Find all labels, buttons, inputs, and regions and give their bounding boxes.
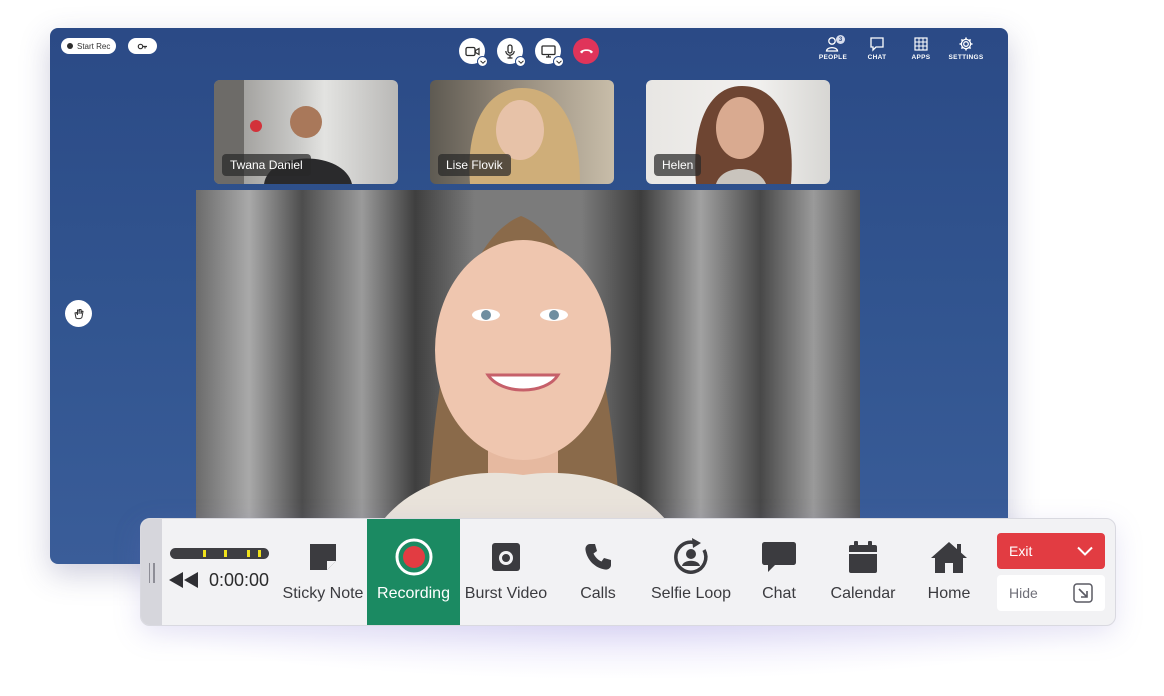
end-call-icon xyxy=(579,49,593,54)
recording-timeline[interactable] xyxy=(170,548,269,559)
key-icon xyxy=(137,43,147,49)
start-recording-label: Start Rec xyxy=(77,41,111,51)
chat-button[interactable]: Chat xyxy=(737,519,821,625)
chat-label: Chat xyxy=(762,585,796,602)
sticky-note-label: Sticky Note xyxy=(282,585,364,602)
calendar-button[interactable]: Calendar xyxy=(821,519,905,625)
phone-icon xyxy=(585,544,611,570)
calls-label: Calls xyxy=(580,585,616,602)
microphone-icon xyxy=(505,43,515,59)
participant-name-label: Twana Daniel xyxy=(222,154,311,176)
recording-button[interactable]: Recording xyxy=(367,519,460,625)
calendar-icon xyxy=(849,541,877,573)
raise-hand-button[interactable] xyxy=(65,300,92,327)
chevron-down-icon[interactable] xyxy=(1077,546,1093,556)
people-nav-label: PEOPLE xyxy=(818,54,848,61)
record-dot-icon xyxy=(67,43,73,49)
end-call-button[interactable] xyxy=(573,38,599,64)
timeline-marker xyxy=(258,550,261,557)
microphone-options-chevron-icon[interactable] xyxy=(515,56,526,67)
hand-icon xyxy=(73,308,84,319)
record-icon xyxy=(395,538,432,576)
settings-gear-icon xyxy=(959,37,973,51)
speaker-photo xyxy=(196,190,860,564)
timeline-marker xyxy=(224,550,227,557)
hide-button[interactable]: Hide xyxy=(997,575,1105,611)
selfie-loop-button[interactable]: Selfie Loop xyxy=(645,519,737,625)
screen-share-options-chevron-icon[interactable] xyxy=(553,56,564,67)
camera-icon xyxy=(464,46,480,56)
apps-nav-label: APPS xyxy=(911,54,931,61)
sticky-note-icon xyxy=(310,544,336,570)
selfie-loop-icon xyxy=(674,538,708,574)
screen-share-icon xyxy=(540,44,556,58)
selfie-loop-label: Selfie Loop xyxy=(650,585,732,602)
main-speaker-video[interactable] xyxy=(196,190,860,564)
hide-label: Hide xyxy=(1009,585,1038,601)
home-icon xyxy=(931,542,967,573)
apps-nav-button[interactable]: APPS xyxy=(901,36,941,61)
participant-name-label: Helen xyxy=(654,154,702,176)
drag-handle[interactable] xyxy=(141,519,162,625)
settings-nav-button[interactable]: SETTINGS xyxy=(946,36,986,61)
burst-video-button[interactable]: Burst Video xyxy=(461,519,551,625)
camera-options-chevron-icon[interactable] xyxy=(477,56,488,67)
settings-nav-label: SETTINGS xyxy=(948,54,984,61)
home-button[interactable]: Home xyxy=(907,519,991,625)
microphone-toggle-button[interactable] xyxy=(497,38,526,67)
timeline-marker xyxy=(203,550,206,557)
chat-icon xyxy=(870,37,884,52)
exit-button[interactable]: Exit xyxy=(997,533,1105,569)
key-lock-button[interactable] xyxy=(128,38,157,54)
screen-share-button[interactable] xyxy=(535,38,564,67)
recording-timer: 0:00:00 xyxy=(209,570,270,590)
home-label: Home xyxy=(927,585,971,602)
minimize-arrow-icon xyxy=(1073,583,1093,603)
apps-grid-icon xyxy=(914,37,928,51)
recording-label: Recording xyxy=(377,585,450,602)
exit-label: Exit xyxy=(1009,543,1033,559)
start-recording-button[interactable]: Start Rec xyxy=(61,38,117,54)
recording-toolbar: 0:00:00 Sticky Note Recording Burst Vide… xyxy=(140,518,1116,626)
sticky-note-button[interactable]: Sticky Note xyxy=(278,519,368,625)
chat-bubble-icon xyxy=(762,542,796,572)
chat-nav-button[interactable]: CHAT xyxy=(857,36,897,61)
rewind-icon xyxy=(169,572,198,588)
participant-tile[interactable]: Helen xyxy=(646,80,830,184)
burst-video-icon xyxy=(492,543,520,571)
timeline-marker xyxy=(247,550,250,557)
rewind-button[interactable] xyxy=(168,571,200,589)
participant-name-label: Lise Flovik xyxy=(438,154,511,176)
participant-tile[interactable]: Lise Flovik xyxy=(430,80,614,184)
chat-nav-label: CHAT xyxy=(867,54,887,61)
people-nav-button[interactable]: 3 PEOPLE xyxy=(813,35,853,61)
video-meeting-window: Start Rec 3 PEOPLE CHAT APPS SETTINGS Tw… xyxy=(50,28,1008,564)
burst-video-label: Burst Video xyxy=(464,585,548,602)
calendar-label: Calendar xyxy=(830,585,896,602)
participant-tile[interactable]: Twana Daniel xyxy=(214,80,398,184)
calls-button[interactable]: Calls xyxy=(553,519,643,625)
people-count-badge: 3 xyxy=(836,35,845,44)
camera-toggle-button[interactable] xyxy=(459,38,488,67)
